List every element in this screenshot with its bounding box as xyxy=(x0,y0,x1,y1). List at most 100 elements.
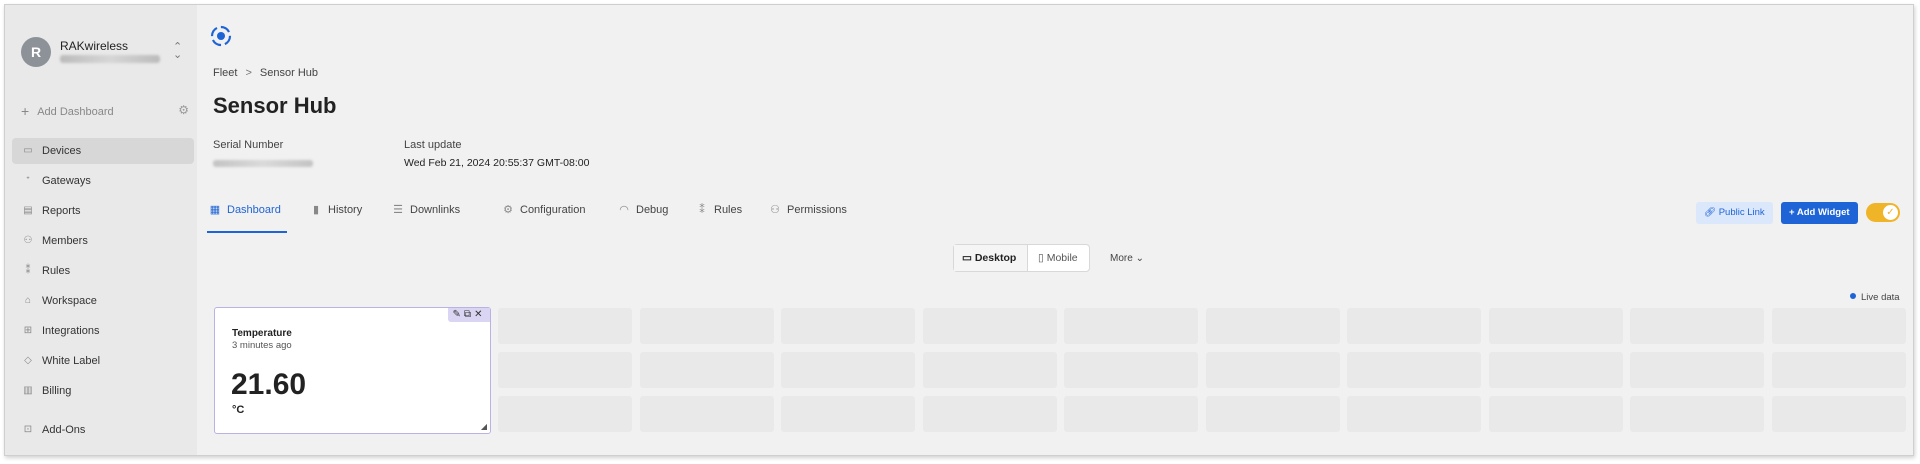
edit-icon[interactable]: ✎ xyxy=(453,309,464,320)
more-dropdown[interactable]: More ⌄ xyxy=(1110,253,1144,264)
sidebar-item-label: Billing xyxy=(42,385,72,397)
add-dashboard-button[interactable]: + Add Dashboard ⚙ xyxy=(21,103,189,119)
sidebar-item-integrations[interactable]: ⊞ Integrations xyxy=(12,318,194,344)
avatar: R xyxy=(21,37,51,67)
debug-icon: ◠ xyxy=(619,204,629,216)
empty-grid-cell xyxy=(1630,352,1764,388)
empty-grid-cell xyxy=(498,308,632,344)
sidebar-item-devices[interactable]: ▭ Devices xyxy=(12,138,194,164)
addons-icon: ⊡ xyxy=(23,424,33,435)
rakwireless-logo-icon xyxy=(210,25,232,47)
add-dashboard-label: Add Dashboard xyxy=(37,106,114,118)
rules-icon: ⁑ xyxy=(25,265,31,276)
sidebar-item-reports[interactable]: ▤ Reports xyxy=(12,198,194,224)
device-icon: ▭ xyxy=(23,145,33,156)
empty-grid-cell xyxy=(1347,352,1481,388)
breadcrumb-fleet[interactable]: Fleet xyxy=(213,67,237,79)
empty-grid-cell xyxy=(1064,352,1198,388)
close-icon[interactable]: ✕ xyxy=(474,309,485,320)
sidebar: R RAKwireless ⌃ ⌄ + Add Dashboard ⚙ ▭ Devic… xyxy=(5,5,197,455)
breadcrumb-current: Sensor Hub xyxy=(259,67,318,79)
sidebar-item-label: Workspace xyxy=(42,295,97,307)
empty-grid-cell xyxy=(1488,396,1623,432)
sidebar-item-label: Integrations xyxy=(42,325,100,337)
desktop-view-button[interactable]: ▭ Desktop xyxy=(954,245,1028,271)
sidebar-item-add-ons[interactable]: ⊡ Add-Ons xyxy=(12,417,194,443)
last-update-label: Last update xyxy=(404,139,462,151)
view-switch: ▭ Desktop ▯ Mobile xyxy=(953,244,1090,272)
tab-label: Downlinks xyxy=(410,204,461,216)
permissions-icon: ⚇ xyxy=(770,204,780,216)
plus-icon: + xyxy=(21,103,30,119)
empty-grid-cell xyxy=(1064,308,1198,344)
public-link-button[interactable]: 🔗︎ Public Link xyxy=(1696,202,1773,224)
sidebar-item-label: Devices xyxy=(42,145,82,157)
public-link-label: Public Link xyxy=(1718,207,1765,218)
widget-timestamp: 3 minutes ago xyxy=(232,340,292,351)
tab-rules[interactable]: ⁑ Rules xyxy=(694,197,742,233)
breadcrumb-separator: > xyxy=(245,67,252,79)
check-icon: ✓ xyxy=(1883,205,1898,220)
gear-icon[interactable]: ⚙ xyxy=(178,103,189,117)
resize-handle-icon[interactable]: ◢ xyxy=(481,422,487,431)
plus-icon: + xyxy=(1789,207,1797,218)
empty-grid-cell xyxy=(639,308,774,344)
empty-grid-cell xyxy=(498,352,632,388)
tab-dashboard[interactable]: ▦ Dashboard xyxy=(207,197,287,233)
empty-grid-cell xyxy=(922,352,1057,388)
live-dot-icon xyxy=(1850,293,1856,299)
report-icon: ▤ xyxy=(23,205,33,216)
link-icon: 🔗︎ xyxy=(1704,207,1719,218)
temperature-widget[interactable]: ✎⧉✕ Temperature 3 minutes ago 21.60 °C ◢ xyxy=(214,307,491,434)
members-icon: ⚇ xyxy=(23,235,33,246)
sidebar-item-label: Reports xyxy=(42,205,81,217)
empty-grid-cell xyxy=(781,352,915,388)
chevron-updown-icon: ⌃ ⌄ xyxy=(173,41,183,61)
empty-grid-cell xyxy=(1913,352,1914,388)
organization-name: RAKwireless xyxy=(60,39,129,53)
tab-downlinks[interactable]: ☰ Downlinks xyxy=(390,197,460,233)
chevron-down-icon: ⌄ xyxy=(1135,253,1144,264)
page-title: Sensor Hub xyxy=(213,93,337,118)
desktop-label: Desktop xyxy=(974,252,1017,264)
last-update-value: Wed Feb 21, 2024 20:55:37 GMT-08:00 xyxy=(404,157,590,169)
sidebar-item-gateways[interactable]: ᐩ Gateways xyxy=(12,168,194,194)
empty-grid-cell xyxy=(639,396,774,432)
sidebar-item-label: Gateways xyxy=(42,175,91,187)
downlinks-icon: ☰ xyxy=(393,204,403,216)
workspace-icon: ⌂ xyxy=(24,295,32,306)
history-icon: ▮ xyxy=(312,204,320,216)
more-label: More xyxy=(1110,253,1133,264)
tab-history[interactable]: ▮ History xyxy=(308,197,362,233)
copy-icon[interactable]: ⧉ xyxy=(464,309,474,320)
rules-tab-icon: ⁑ xyxy=(699,204,705,216)
sidebar-item-members[interactable]: ⚇ Members xyxy=(12,228,194,254)
empty-grid-cell xyxy=(1488,308,1623,344)
empty-grid-cell xyxy=(1205,352,1340,388)
tab-debug[interactable]: ◠ Debug xyxy=(616,197,668,233)
tab-label: History xyxy=(328,204,363,216)
sidebar-item-white-label[interactable]: ◇ White Label xyxy=(12,348,194,374)
empty-grid-cell xyxy=(639,352,774,388)
sidebar-item-billing[interactable]: ▥ Billing xyxy=(12,378,194,404)
edit-mode-toggle[interactable]: ✓ xyxy=(1866,203,1900,222)
dashboard-icon: ▦ xyxy=(209,204,221,216)
sidebar-item-rules[interactable]: ⁑ Rules xyxy=(12,258,194,284)
add-widget-button[interactable]: + Add Widget xyxy=(1781,202,1858,224)
sidebar-item-workspace[interactable]: ⌂ Workspace xyxy=(12,288,194,314)
tab-label: Configuration xyxy=(520,204,586,216)
configuration-icon: ⚙ xyxy=(503,204,513,216)
mobile-view-button[interactable]: ▯ Mobile xyxy=(1028,245,1090,271)
organization-switcher[interactable]: R RAKwireless ⌃ ⌄ xyxy=(17,33,189,73)
empty-grid-cell xyxy=(1488,352,1623,388)
empty-grid-cell xyxy=(922,396,1057,432)
sidebar-item-label: Rules xyxy=(42,265,71,277)
tab-permissions[interactable]: ⚇ Permissions xyxy=(767,197,847,233)
tab-label: Debug xyxy=(636,204,669,216)
empty-grid-cell xyxy=(1205,396,1340,432)
tab-label: Dashboard xyxy=(227,204,281,216)
tab-configuration[interactable]: ⚙ Configuration xyxy=(500,197,585,233)
organization-email-redacted xyxy=(60,55,160,63)
empty-grid-cell xyxy=(1064,396,1198,432)
empty-grid-cell xyxy=(1771,352,1906,388)
